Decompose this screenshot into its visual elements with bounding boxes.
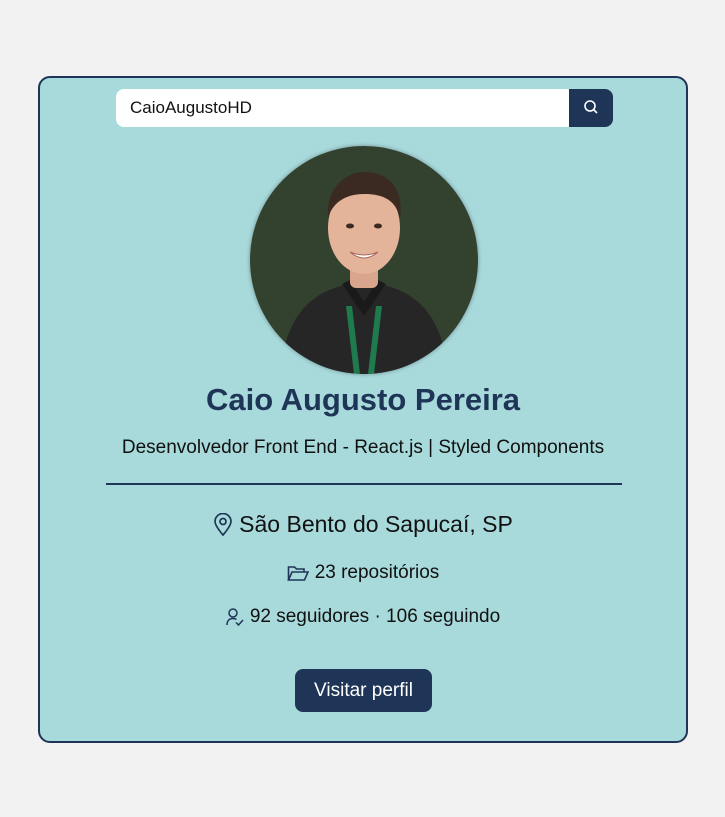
location-row: São Bento do Sapucaí, SP bbox=[40, 511, 686, 538]
profile-card: Caio Augusto Pereira Desenvolvedor Front… bbox=[38, 76, 688, 743]
profile-name: Caio Augusto Pereira bbox=[205, 382, 521, 417]
search-icon bbox=[583, 99, 599, 118]
location-text: São Bento do Sapucaí, SP bbox=[239, 511, 513, 537]
profile-bio: Desenvolvedor Front End - React.js | Sty… bbox=[121, 437, 605, 458]
repos-row: 23 repositórios bbox=[40, 562, 686, 584]
repos-count: 23 repositórios bbox=[314, 562, 440, 583]
profile-photo bbox=[250, 146, 478, 374]
user-check-icon bbox=[226, 607, 244, 627]
search-bar bbox=[116, 89, 613, 127]
folder-open-icon bbox=[286, 565, 309, 582]
map-pin-icon bbox=[213, 512, 233, 537]
search-input[interactable] bbox=[116, 89, 569, 127]
avatar bbox=[250, 146, 478, 374]
visit-profile-button[interactable]: Visitar perfil bbox=[295, 669, 432, 712]
followers-text: 92 seguidores · 106 seguindo bbox=[249, 606, 501, 627]
divider bbox=[106, 483, 622, 485]
followers-row: 92 seguidores · 106 seguindo bbox=[40, 606, 686, 628]
search-button[interactable] bbox=[569, 89, 613, 127]
